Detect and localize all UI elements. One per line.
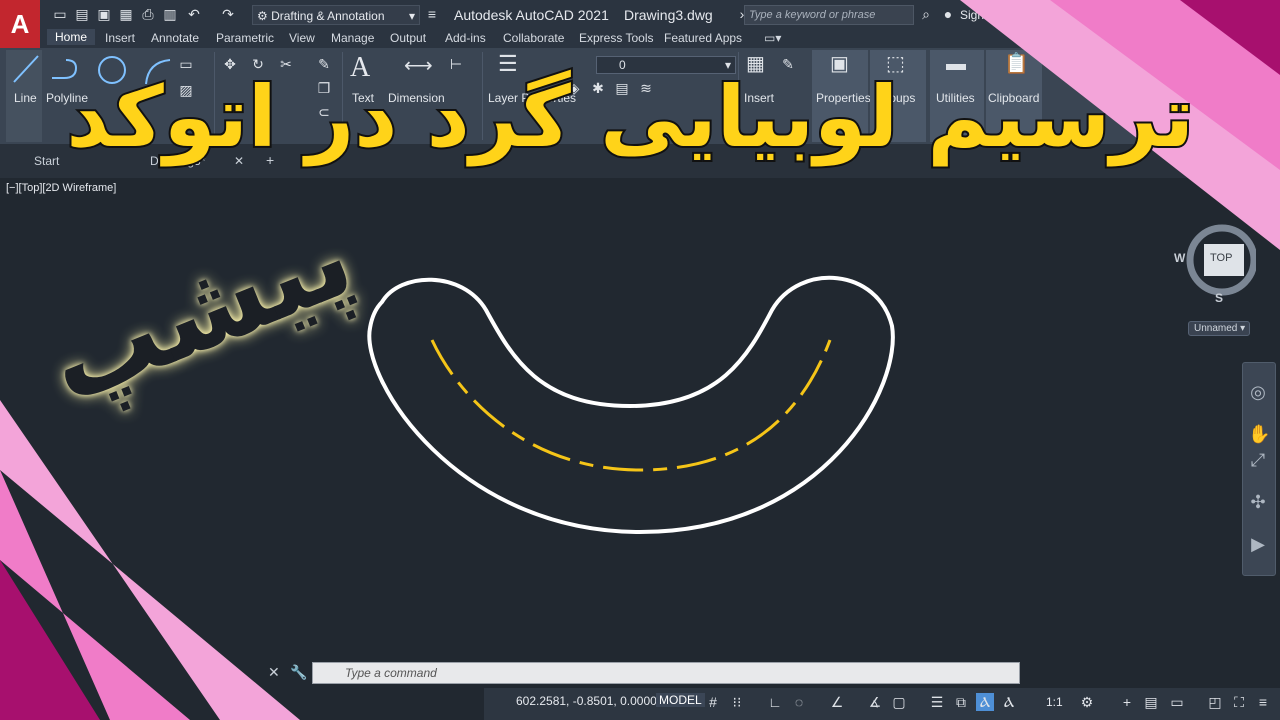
selection-cycling-icon[interactable]: ⧉ [952,693,970,711]
grid-icon[interactable]: # [704,693,722,711]
ucs-dropdown[interactable]: Unnamed ▾ [1188,321,1250,336]
transparency-icon[interactable]: ☰ [928,693,946,711]
osnap-tracking-icon[interactable]: ∠ [828,693,846,711]
zoom-extents-icon[interactable]: ⤢ [1248,450,1268,470]
units-icon[interactable]: ▤ [1142,693,1160,711]
model-space-button[interactable]: MODEL [656,693,705,707]
snap-icon[interactable]: ⁝⁝ [728,693,746,711]
viewcube-south[interactable]: S [1215,291,1223,305]
lineweight-icon[interactable]: ∡ [866,693,884,711]
customize-command-icon[interactable]: 🔧 [290,664,307,681]
close-command-icon[interactable]: ✕ [268,664,280,681]
osnap-icon[interactable]: ▢ [890,693,908,711]
command-input[interactable]: Type a command [312,662,1020,684]
coordinates-readout[interactable]: 602.2581, -0.8501, 0.0000 [516,694,657,708]
auto-scale-icon[interactable]: Ⲁ [1000,693,1018,711]
polar-icon[interactable]: ◌ [790,693,808,711]
viewcube-west[interactable]: W [1174,251,1185,265]
workspace-switch-icon[interactable]: ⚙ [1078,693,1096,711]
annotation-monitor-icon[interactable]: + [1118,693,1136,711]
steering-wheel-icon[interactable]: ◎ [1248,382,1268,402]
annotation-visibility-icon[interactable]: Ⲁ [976,693,994,711]
viewcube-face[interactable]: TOP [1210,252,1232,264]
ucs-label: Unnamed [1194,323,1238,334]
annotation-scale[interactable]: 1:1 [1046,695,1063,709]
bean-outline [367,275,895,535]
customization-menu-icon[interactable]: ≡ [1254,693,1272,711]
quick-properties-icon[interactable]: ▭ [1168,693,1186,711]
showmotion-icon[interactable]: ▶ [1248,534,1268,554]
orbit-icon[interactable]: ✣ [1248,492,1268,512]
ortho-icon[interactable]: ∟ [766,693,784,711]
pan-icon[interactable]: ✋ [1248,424,1270,444]
isolate-objects-icon[interactable]: ◰ [1206,693,1224,711]
fullscreen-icon[interactable]: ⛶ [1230,693,1248,711]
thumbnail-headline: ترسیم لوبیایی گرد در اتوکد [64,66,1198,168]
